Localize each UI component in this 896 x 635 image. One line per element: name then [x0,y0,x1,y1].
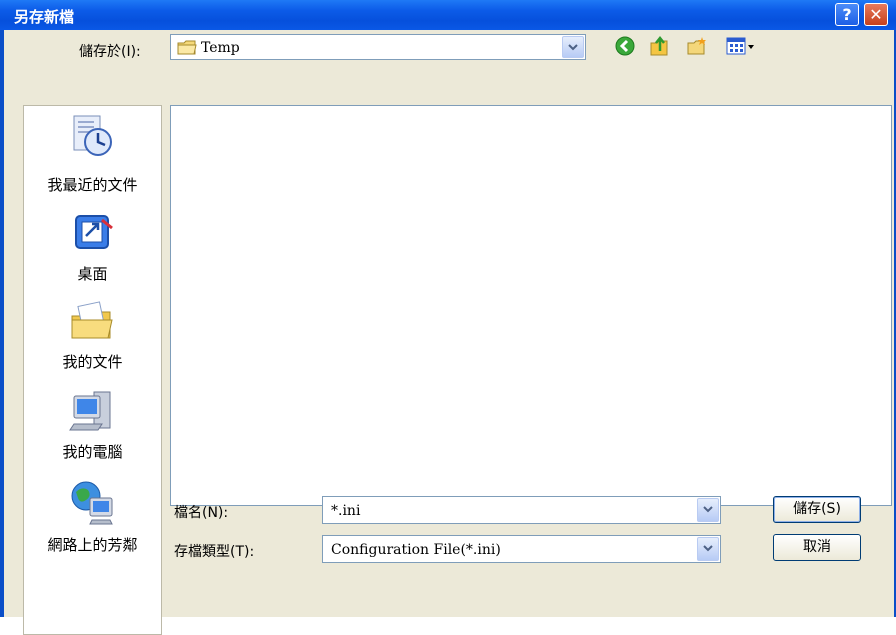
filename-label: 檔名(N): [174,505,229,521]
recent-documents-icon [73,115,112,156]
place-network-places[interactable]: 網路上的芳鄰 [24,478,161,564]
place-label: 我的文件 [62,353,123,371]
place-desktop[interactable]: 桌面 [24,210,161,286]
place-my-documents[interactable]: 我的文件 [24,298,161,374]
network-places-icon [71,481,113,525]
filetype-dropdown[interactable]: Configuration File(*.ini) [322,535,721,563]
places-bar: 我最近的文件 桌面 我的文件 我的電腦 網路上的芳鄰 [23,105,162,635]
save-in-value: Temp [201,40,240,56]
chevron-down-icon [703,506,713,513]
place-recent-documents[interactable]: 我最近的文件 [24,112,161,202]
chevron-down-icon [703,545,713,552]
filename-value[interactable]: *.ini [331,503,360,519]
help-button[interactable]: ? [835,3,859,26]
cancel-button[interactable]: 取消 [773,534,861,561]
place-label: 桌面 [77,265,108,283]
file-list[interactable] [170,105,892,506]
new-folder-icon[interactable] [686,35,708,57]
place-label: 我的電腦 [62,443,123,461]
save-in-label: 儲存於(I): [79,44,141,60]
back-icon[interactable] [614,35,636,57]
close-button[interactable]: ✕ [864,3,888,26]
view-menu-icon[interactable] [725,35,755,57]
title-bar[interactable]: 另存新檔 ? ✕ [0,0,896,30]
place-label: 我最近的文件 [47,176,138,194]
save-in-dropdown[interactable]: Temp [170,34,586,60]
save-button[interactable]: 儲存(S) [773,496,861,523]
filename-dropdown-button[interactable] [697,498,719,522]
filetype-dropdown-button[interactable] [697,537,719,561]
save-as-dialog: 另存新檔 ? ✕ 儲存於(I): Temp 我最近的文件 桌面 我的文件 我的電… [0,0,896,635]
folder-icon [177,40,197,55]
place-label: 網路上的芳鄰 [47,536,138,554]
dialog-body: 儲存於(I): Temp 我最近的文件 桌面 我的文件 我的電腦 網路上的芳鄰 … [4,30,894,635]
save-in-dropdown-button[interactable] [562,36,584,58]
place-my-computer[interactable]: 我的電腦 [24,388,161,464]
my-documents-icon [71,301,113,339]
filetype-value: Configuration File(*.ini) [331,542,501,558]
dialog-title: 另存新檔 [14,8,75,26]
my-computer-icon [69,391,111,431]
desktop-icon [75,215,113,249]
filetype-label: 存檔類型(T): [174,544,255,560]
filename-input[interactable]: *.ini [322,496,721,524]
up-folder-icon[interactable] [649,35,671,57]
chevron-down-icon [568,44,578,51]
